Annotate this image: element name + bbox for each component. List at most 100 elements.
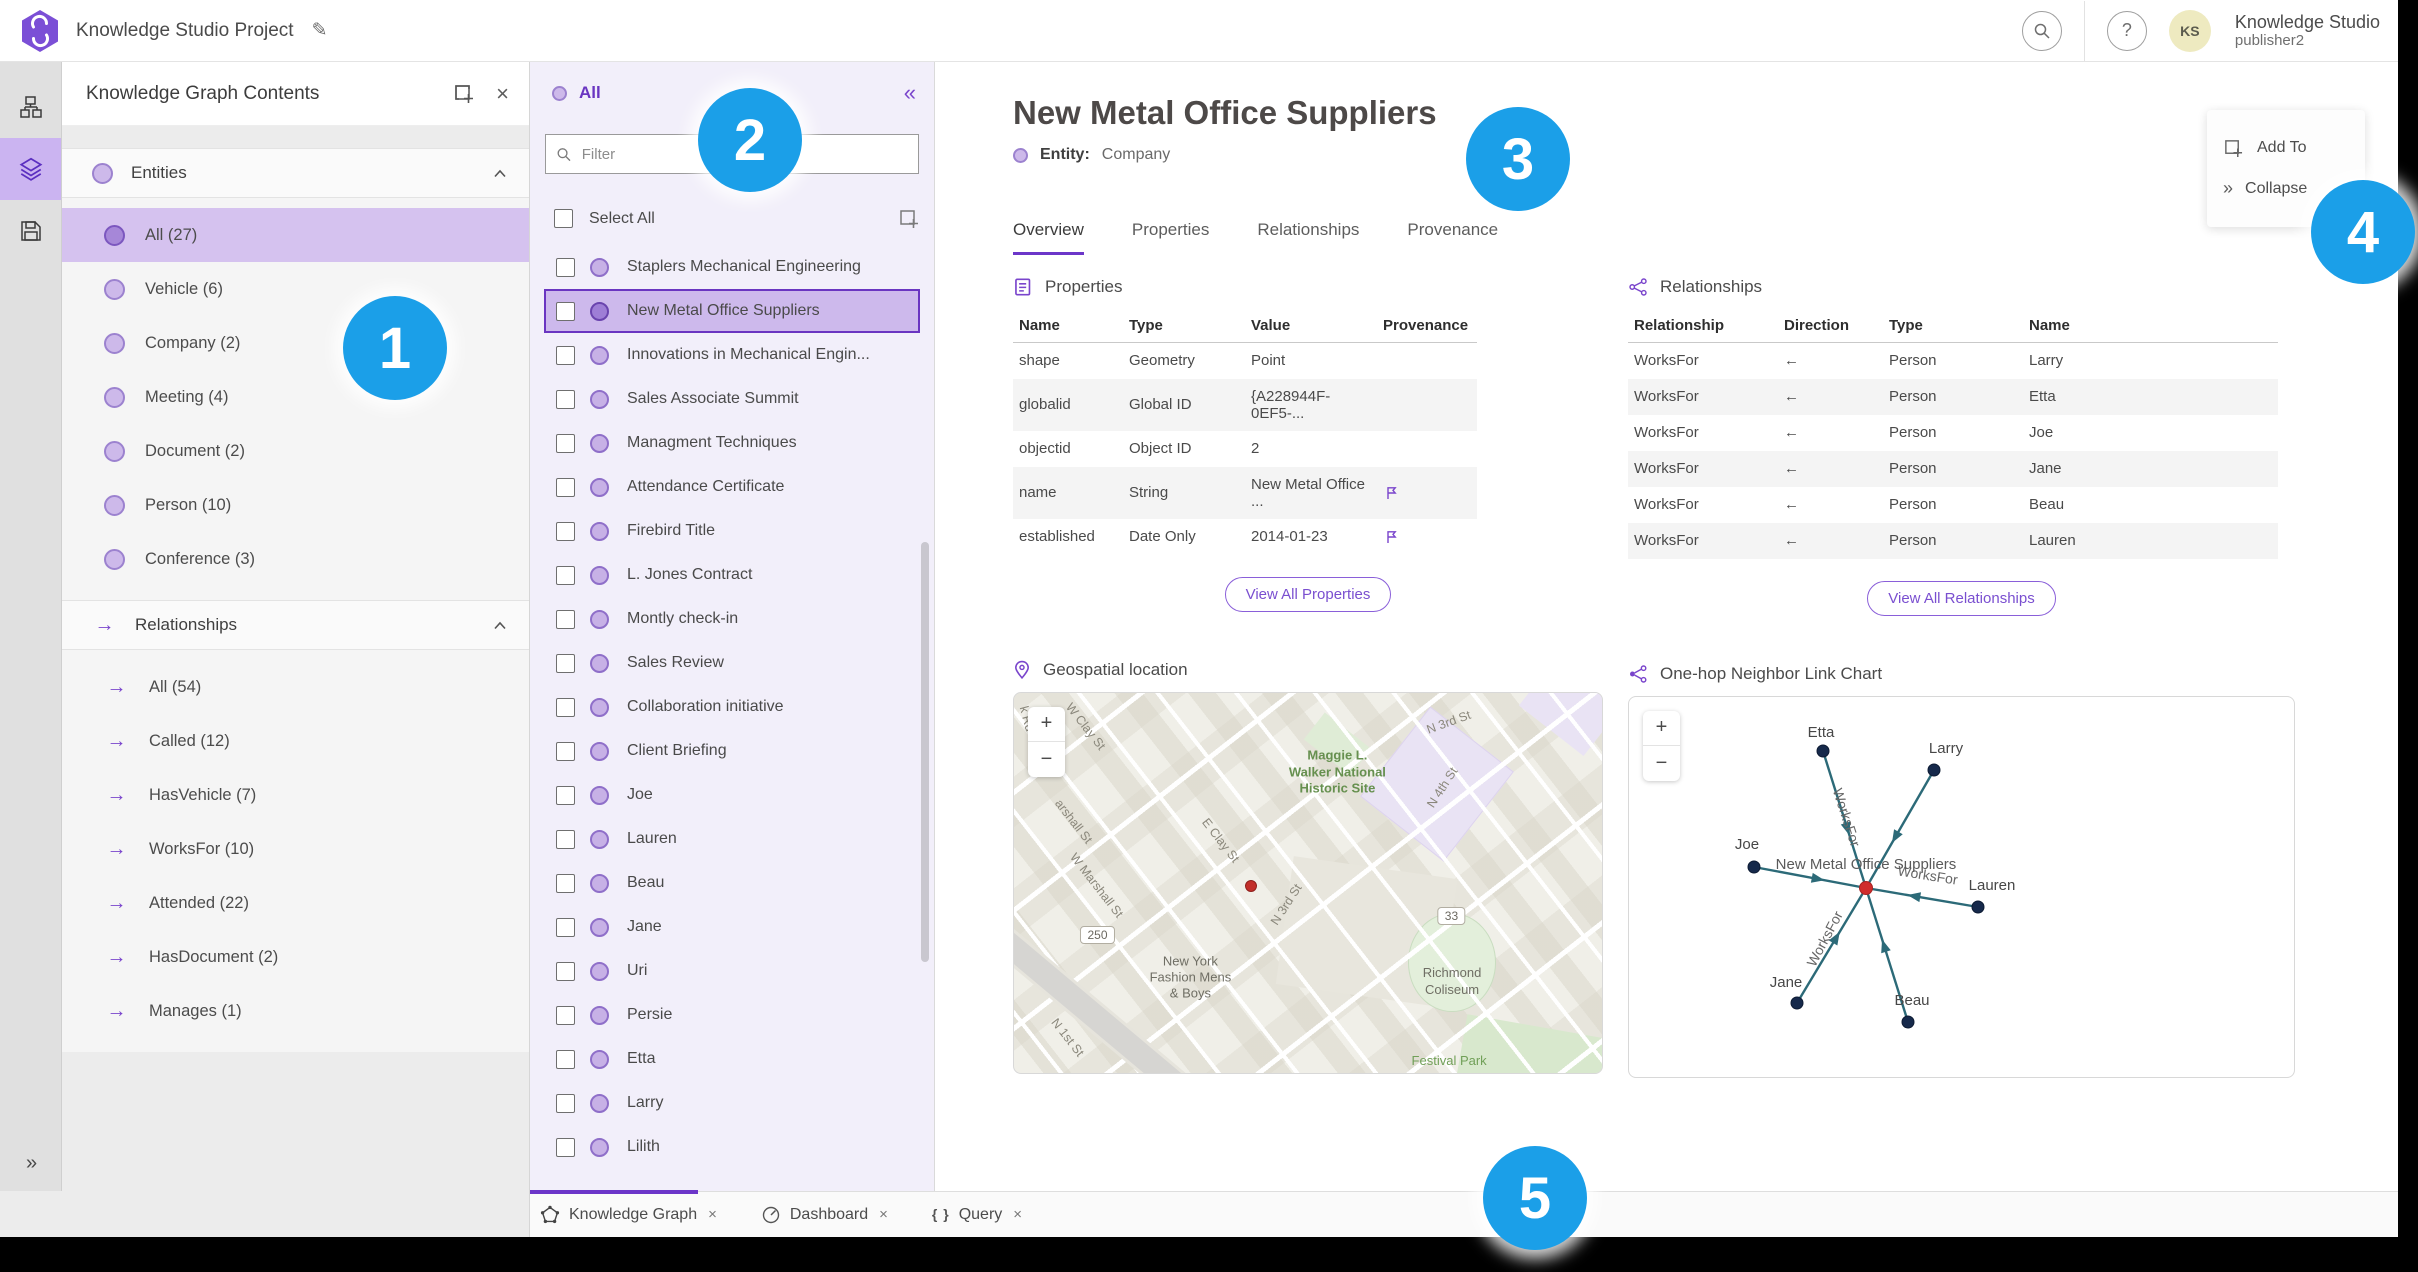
- view-tab-dashboard[interactable]: Dashboard ×: [761, 1205, 888, 1225]
- relationship-type-item[interactable]: → HasDocument (2): [62, 930, 529, 984]
- provenance-flag-icon[interactable]: [1383, 529, 1399, 545]
- collapse-panel-icon[interactable]: «: [904, 80, 916, 106]
- list-item[interactable]: Jane: [544, 905, 920, 949]
- item-checkbox[interactable]: [556, 1137, 575, 1157]
- list-item[interactable]: Managment Techniques: [544, 421, 920, 465]
- item-checkbox[interactable]: [556, 301, 575, 321]
- list-item[interactable]: Innovations in Mechanical Engin...: [544, 333, 920, 377]
- list-item[interactable]: Joe: [544, 773, 920, 817]
- item-checkbox[interactable]: [556, 345, 575, 365]
- link-chart[interactable]: + − WorksFor WorksFor WorksFor New Metal Of…: [1628, 695, 2295, 1078]
- item-checkbox[interactable]: [556, 697, 575, 717]
- entity-type-item[interactable]: Vehicle (6): [62, 262, 529, 316]
- data-model-tool[interactable]: [0, 76, 61, 138]
- select-all-checkbox[interactable]: [554, 209, 573, 228]
- help-button[interactable]: ?: [2106, 10, 2147, 51]
- tab-overview[interactable]: Overview: [1013, 220, 1084, 255]
- related-name-link[interactable]: Beau: [2023, 487, 2278, 523]
- edit-title-icon[interactable]: ✎: [312, 19, 328, 42]
- entities-section-header[interactable]: Entities: [62, 148, 529, 198]
- tab-provenance[interactable]: Provenance: [1407, 220, 1498, 255]
- relationship-type-item[interactable]: → Manages (1): [62, 984, 529, 1038]
- relationship-type-item[interactable]: → Attended (22): [62, 876, 529, 930]
- item-checkbox[interactable]: [556, 521, 575, 541]
- relationship-link[interactable]: WorksFor: [1628, 487, 1778, 523]
- item-checkbox[interactable]: [556, 1005, 575, 1025]
- list-item[interactable]: Uri: [544, 949, 920, 993]
- relationship-link[interactable]: WorksFor: [1628, 450, 1778, 487]
- relationship-link[interactable]: WorksFor: [1628, 378, 1778, 415]
- relationship-link[interactable]: WorksFor: [1628, 522, 1778, 559]
- list-item[interactable]: Sales Associate Summit: [544, 377, 920, 421]
- related-name-link[interactable]: Joe: [2023, 415, 2278, 451]
- graph-node[interactable]: [1747, 860, 1761, 873]
- relationship-type-item[interactable]: → Called (12): [62, 714, 529, 768]
- graph-node[interactable]: [1790, 996, 1804, 1009]
- view-tab-query[interactable]: { } Query ×: [932, 1206, 1022, 1224]
- zoom-in-button[interactable]: +: [1028, 707, 1065, 742]
- list-item[interactable]: Collaboration initiative: [544, 685, 920, 729]
- related-name-link[interactable]: Jane: [2023, 450, 2278, 487]
- add-to-menu-item[interactable]: Add To: [2207, 128, 2365, 168]
- entity-type-item[interactable]: Company (2): [62, 316, 529, 370]
- chevron-up-icon[interactable]: [493, 621, 507, 630]
- item-checkbox[interactable]: [556, 653, 575, 673]
- list-item[interactable]: New Metal Office Suppliers: [544, 289, 920, 333]
- list-item[interactable]: Sales Review: [544, 641, 920, 685]
- item-checkbox[interactable]: [556, 1093, 575, 1113]
- relationship-type-item[interactable]: → WorksFor (10): [62, 822, 529, 876]
- list-item[interactable]: L. Jones Contract: [544, 553, 920, 597]
- chevron-up-icon[interactable]: [493, 169, 507, 178]
- entity-type-item[interactable]: Person (10): [62, 478, 529, 532]
- list-item[interactable]: Lilith: [544, 1125, 920, 1169]
- relationship-type-item[interactable]: → HasVehicle (7): [62, 768, 529, 822]
- zoom-out-button[interactable]: −: [1643, 746, 1680, 781]
- entity-type-item[interactable]: Meeting (4): [62, 370, 529, 424]
- list-item[interactable]: Attendance Certificate: [544, 465, 920, 509]
- related-name-link[interactable]: Etta: [2023, 378, 2278, 415]
- view-all-properties-button[interactable]: View All Properties: [1224, 576, 1392, 612]
- item-checkbox[interactable]: [556, 785, 575, 805]
- related-name-link[interactable]: Lauren: [2023, 522, 2278, 559]
- tab-relationships[interactable]: Relationships: [1257, 220, 1359, 255]
- list-item[interactable]: Montly check-in: [544, 597, 920, 641]
- list-item[interactable]: Beau: [544, 861, 920, 905]
- list-item[interactable]: Larry: [544, 1081, 920, 1125]
- relationships-section-header[interactable]: → Relationships: [62, 600, 529, 650]
- close-tab-icon[interactable]: ×: [879, 1206, 888, 1223]
- tab-properties[interactable]: Properties: [1132, 220, 1209, 255]
- add-selection-button[interactable]: [898, 208, 919, 229]
- item-checkbox[interactable]: [556, 873, 575, 893]
- entity-type-item[interactable]: Document (2): [62, 424, 529, 478]
- contents-layers-tool[interactable]: [0, 138, 61, 200]
- add-to-new-button[interactable]: [453, 83, 474, 104]
- close-tab-icon[interactable]: ×: [1013, 1206, 1022, 1223]
- item-checkbox[interactable]: [556, 477, 575, 497]
- expand-rail-button[interactable]: »: [0, 1152, 61, 1175]
- close-tab-icon[interactable]: ×: [708, 1206, 717, 1223]
- zoom-out-button[interactable]: −: [1028, 742, 1065, 777]
- view-tab-knowledge-graph[interactable]: Knowledge Graph ×: [540, 1205, 717, 1225]
- list-item[interactable]: Staplers Mechanical Engineering: [544, 245, 920, 289]
- scrollbar[interactable]: [921, 542, 929, 962]
- relationship-link[interactable]: WorksFor: [1628, 415, 1778, 451]
- save-tool[interactable]: [0, 200, 61, 262]
- search-button[interactable]: [2021, 10, 2062, 51]
- view-all-relationships-button[interactable]: View All Relationships: [1867, 580, 2056, 616]
- item-checkbox[interactable]: [556, 741, 575, 761]
- list-item[interactable]: Firebird Title: [544, 509, 920, 553]
- entity-type-item[interactable]: Conference (3): [62, 532, 529, 586]
- graph-node[interactable]: [1971, 900, 1985, 913]
- graph-node[interactable]: [1816, 744, 1830, 757]
- list-item[interactable]: Lauren: [544, 817, 920, 861]
- list-item[interactable]: Persie: [544, 993, 920, 1037]
- center-graph-node[interactable]: [1859, 880, 1873, 895]
- geospatial-map[interactable]: k Rd W Clay St N 3rd St Maggie L. Walker Na…: [1013, 691, 1603, 1074]
- item-checkbox[interactable]: [556, 961, 575, 981]
- item-checkbox[interactable]: [556, 1049, 575, 1069]
- entity-type-item[interactable]: All (27): [62, 208, 529, 262]
- close-panel-button[interactable]: ×: [496, 81, 509, 107]
- graph-node[interactable]: [1901, 1015, 1915, 1028]
- user-avatar[interactable]: KS: [2168, 9, 2211, 52]
- related-name-link[interactable]: Larry: [2023, 343, 2278, 379]
